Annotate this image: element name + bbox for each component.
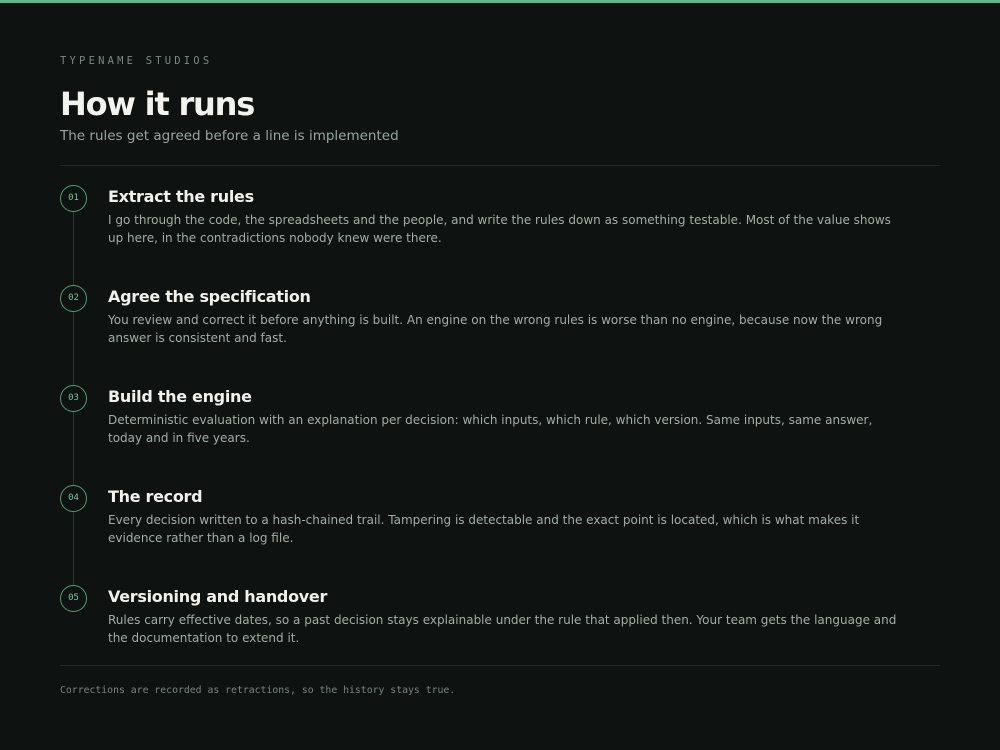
brand-eyebrow: TYPENAME STUDIOS	[60, 55, 213, 67]
step-item: 01 Extract the rules I go through the co…	[60, 183, 940, 283]
step-item: 05 Versioning and handover Rules carry e…	[60, 583, 940, 683]
step-description: Rules carry effective dates, so a past d…	[108, 613, 897, 645]
page-title: How it runs	[60, 85, 255, 123]
step-item: 04 The record Every decision written to …	[60, 483, 940, 583]
step-description: Every decision written to a hash-chained…	[108, 513, 860, 545]
footer-note: Corrections are recorded as retractions,…	[60, 685, 456, 696]
step-title: Extract the rules	[108, 187, 254, 206]
step-item: 02 Agree the specification You review an…	[60, 283, 940, 383]
step-description: I go through the code, the spreadsheets …	[108, 213, 891, 245]
step-number-badge: 05	[60, 585, 87, 612]
page-subtitle: The rules get agreed before a line is im…	[60, 128, 399, 144]
step-title: Versioning and handover	[108, 587, 328, 606]
step-description: Deterministic evaluation with an explana…	[108, 413, 873, 445]
step-title: Agree the specification	[108, 287, 311, 306]
bottom-divider	[60, 665, 940, 666]
step-number-badge: 03	[60, 385, 87, 412]
top-accent-bar	[0, 0, 1000, 3]
step-title: The record	[108, 487, 203, 506]
step-number-badge: 01	[60, 185, 87, 212]
step-title: Build the engine	[108, 387, 252, 406]
step-number-badge: 02	[60, 285, 87, 312]
top-divider	[60, 165, 940, 166]
step-number-badge: 04	[60, 485, 87, 512]
step-item: 03 Build the engine Deterministic evalua…	[60, 383, 940, 483]
step-description: You review and correct it before anythin…	[108, 313, 883, 345]
